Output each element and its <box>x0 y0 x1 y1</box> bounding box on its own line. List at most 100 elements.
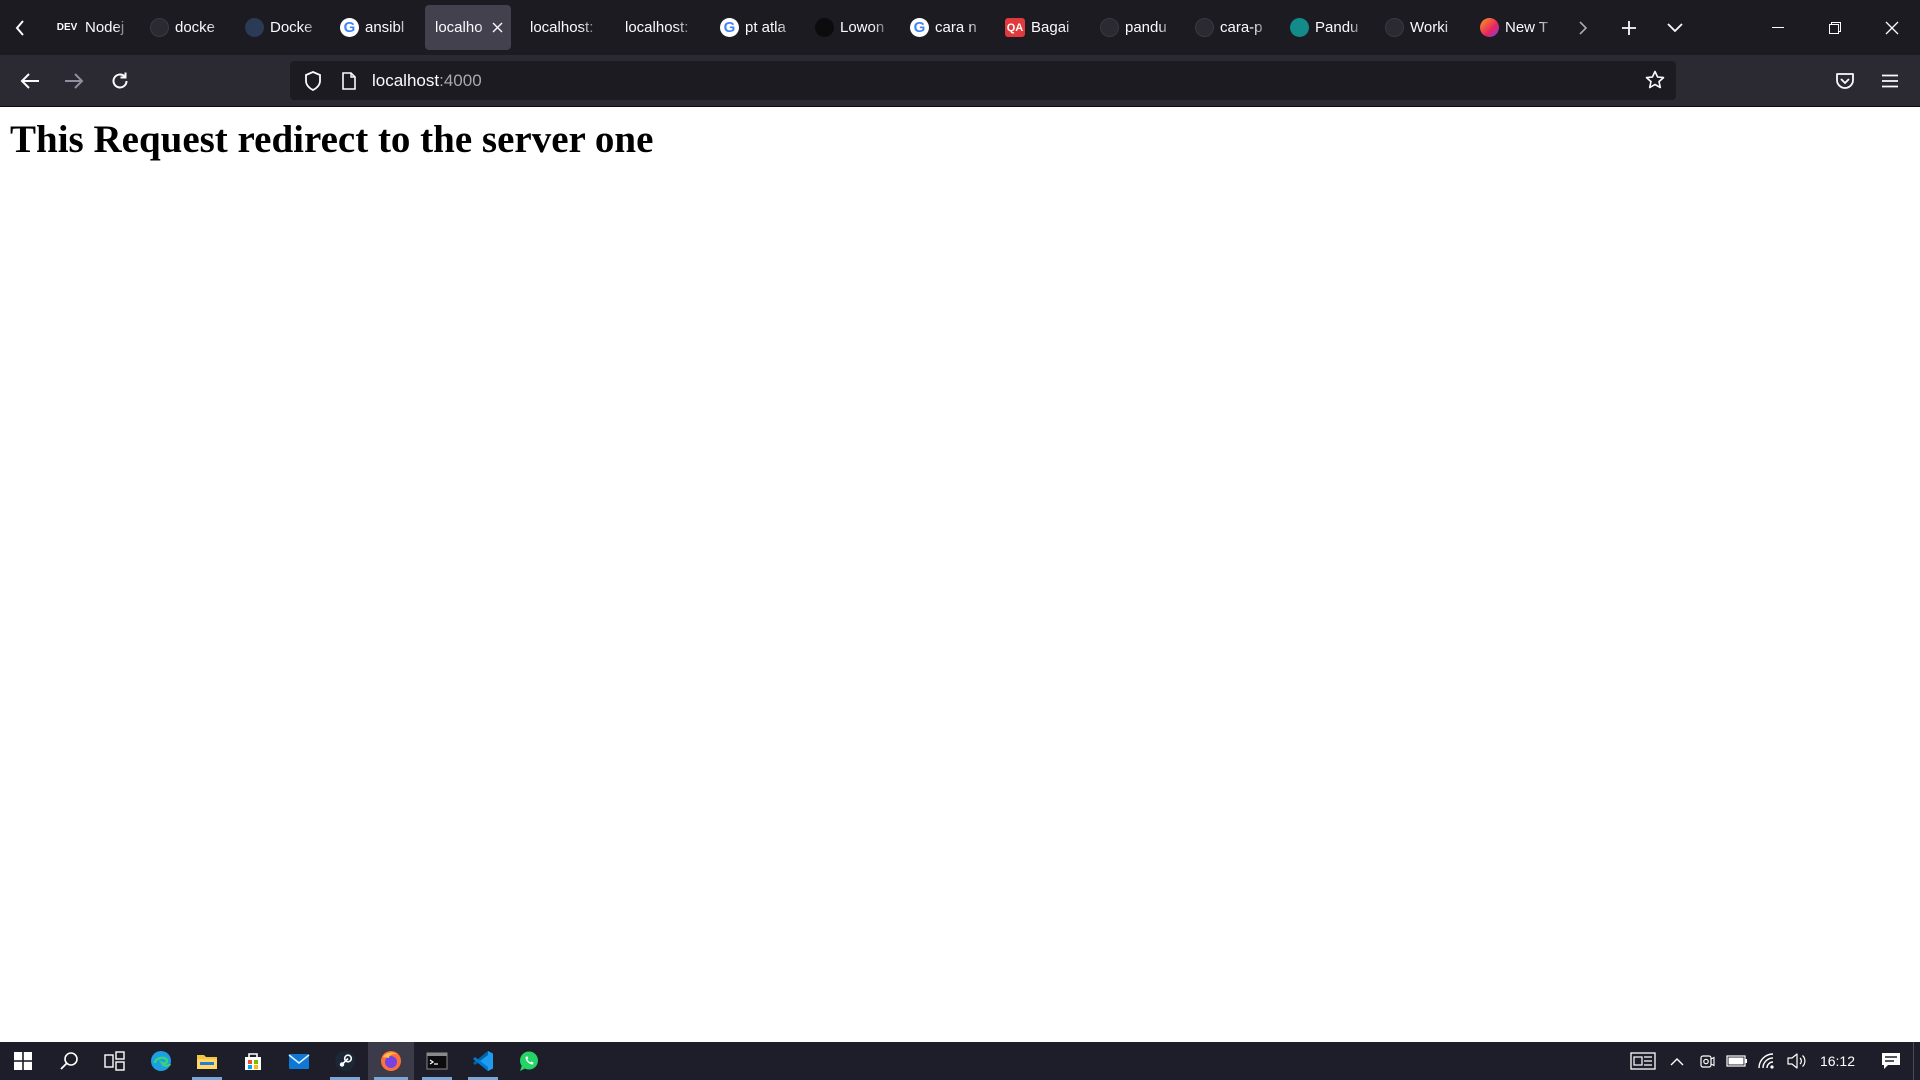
firefox-icon <box>381 1051 401 1071</box>
tab-title: cara-p <box>1220 19 1263 36</box>
taskbar-firefox[interactable] <box>368 1042 414 1080</box>
tab[interactable]: QA Bagai <box>995 5 1081 50</box>
tab[interactable]: Gansibl <box>330 5 416 50</box>
taskbar-file-explorer[interactable] <box>184 1042 230 1080</box>
restore-button[interactable] <box>1806 0 1863 55</box>
url-host: localhost <box>372 70 440 90</box>
bookmark-star-button[interactable] <box>1640 65 1670 95</box>
tab[interactable]: pandu <box>1090 5 1176 50</box>
address-bar[interactable]: localhost:4000 <box>290 61 1676 100</box>
vscode-icon <box>473 1051 493 1071</box>
page-heading: This Request redirect to the server one <box>10 118 654 161</box>
minimize-icon <box>1771 26 1784 28</box>
tracking-protection-shield-icon[interactable] <box>300 70 326 91</box>
pocket-button[interactable] <box>1827 63 1863 99</box>
tab-title: localhost: <box>625 19 689 36</box>
tab-list: DEV Nodej docke Docke Gansibl localho localhos… <box>40 0 1560 55</box>
taskbar-terminal[interactable] <box>414 1042 460 1080</box>
tab-title: localhost: <box>530 19 594 36</box>
task-view-button[interactable] <box>92 1042 138 1080</box>
url-port: :4000 <box>439 70 482 90</box>
news-widget-button[interactable] <box>1624 1042 1662 1080</box>
tab[interactable]: localhost: <box>615 5 701 50</box>
dev-logo: DEV <box>56 22 78 33</box>
steam-icon <box>335 1051 355 1071</box>
tab[interactable]: Lowon <box>805 5 891 50</box>
tab[interactable]: New T <box>1470 5 1556 50</box>
camera-icon <box>1700 1055 1715 1068</box>
edge-icon <box>151 1051 172 1071</box>
taskbar-search-button[interactable] <box>46 1042 92 1080</box>
tab-strip: DEV Nodej docke Docke Gansibl localho localhos… <box>0 0 1920 55</box>
battery-button[interactable] <box>1722 1042 1752 1080</box>
tab-scroll-right-button[interactable] <box>1560 0 1606 55</box>
store-icon <box>245 1053 261 1070</box>
tab-title: Docke <box>270 19 313 36</box>
github-icon <box>150 18 169 37</box>
volume-button[interactable] <box>1782 1042 1812 1080</box>
firefox-icon <box>1480 18 1499 37</box>
google-icon: G <box>720 18 739 37</box>
pocket-icon <box>1836 73 1854 89</box>
pandu-icon <box>1290 18 1309 37</box>
forward-button[interactable] <box>56 63 92 99</box>
back-button[interactable] <box>12 63 48 99</box>
network-button[interactable] <box>1752 1042 1782 1080</box>
system-tray: 16:12 <box>1624 1042 1920 1080</box>
tab[interactable]: docke <box>140 5 226 50</box>
tab-title: Pandu <box>1315 19 1359 36</box>
tab[interactable]: Pandu <box>1280 5 1366 50</box>
docker-icon <box>245 18 264 37</box>
arrow-right-icon <box>65 73 84 89</box>
show-desktop-button[interactable] <box>1913 1042 1920 1080</box>
show-hidden-icons-button[interactable] <box>1662 1042 1692 1080</box>
qa-icon: QA <box>1005 18 1025 37</box>
taskbar-clock[interactable]: 16:12 <box>1820 1053 1855 1069</box>
tab[interactable]: Docke <box>235 5 321 50</box>
lowongan-icon <box>815 18 834 37</box>
star-icon <box>1645 70 1665 89</box>
tab-title: pt atla <box>745 19 786 36</box>
file-explorer-icon <box>197 1055 217 1069</box>
minimize-button[interactable] <box>1749 0 1806 55</box>
tab-title: localho <box>435 19 483 36</box>
meet-now-button[interactable] <box>1692 1042 1722 1080</box>
action-center-button[interactable] <box>1869 1042 1913 1080</box>
tab-active[interactable]: localho <box>425 5 511 50</box>
tab[interactable]: DEV Nodej <box>45 5 131 50</box>
reload-icon <box>112 72 128 89</box>
news-icon <box>1630 1052 1656 1070</box>
task-view-icon <box>104 1051 125 1071</box>
tab[interactable]: Gpt atla <box>710 5 796 50</box>
restore-icon <box>1828 21 1841 34</box>
taskbar-vscode[interactable] <box>460 1042 506 1080</box>
tab-title: Nodej <box>85 19 125 36</box>
new-tab-button[interactable] <box>1606 0 1652 55</box>
tab-scroll-left-button[interactable] <box>0 0 40 55</box>
chevron-right-icon <box>1579 20 1588 35</box>
tab[interactable]: Worki <box>1375 5 1461 50</box>
taskbar-edge[interactable] <box>138 1042 184 1080</box>
tab-title: pandu <box>1125 19 1167 36</box>
tab-close-icon[interactable] <box>492 22 503 33</box>
url-text[interactable]: localhost:4000 <box>372 71 482 91</box>
app-menu-button[interactable] <box>1872 63 1908 99</box>
start-button[interactable] <box>0 1042 46 1080</box>
plus-icon <box>1622 20 1636 35</box>
window-controls <box>1749 0 1920 55</box>
github-icon <box>1195 18 1214 37</box>
list-all-tabs-button[interactable] <box>1652 0 1698 55</box>
tab[interactable]: cara-p <box>1185 5 1271 50</box>
tab[interactable]: Gcara n <box>900 5 986 50</box>
taskbar-whatsapp[interactable] <box>506 1042 552 1080</box>
speaker-icon <box>1787 1053 1806 1069</box>
close-window-button[interactable] <box>1863 0 1920 55</box>
taskbar-steam[interactable] <box>322 1042 368 1080</box>
tab[interactable]: localhost: <box>520 5 606 50</box>
taskbar-store[interactable] <box>230 1042 276 1080</box>
notification-icon <box>1882 1053 1900 1069</box>
reload-button[interactable] <box>102 63 138 99</box>
chevron-up-icon <box>1670 1057 1684 1065</box>
taskbar-mail[interactable] <box>276 1042 322 1080</box>
page-info-icon[interactable] <box>338 71 360 90</box>
